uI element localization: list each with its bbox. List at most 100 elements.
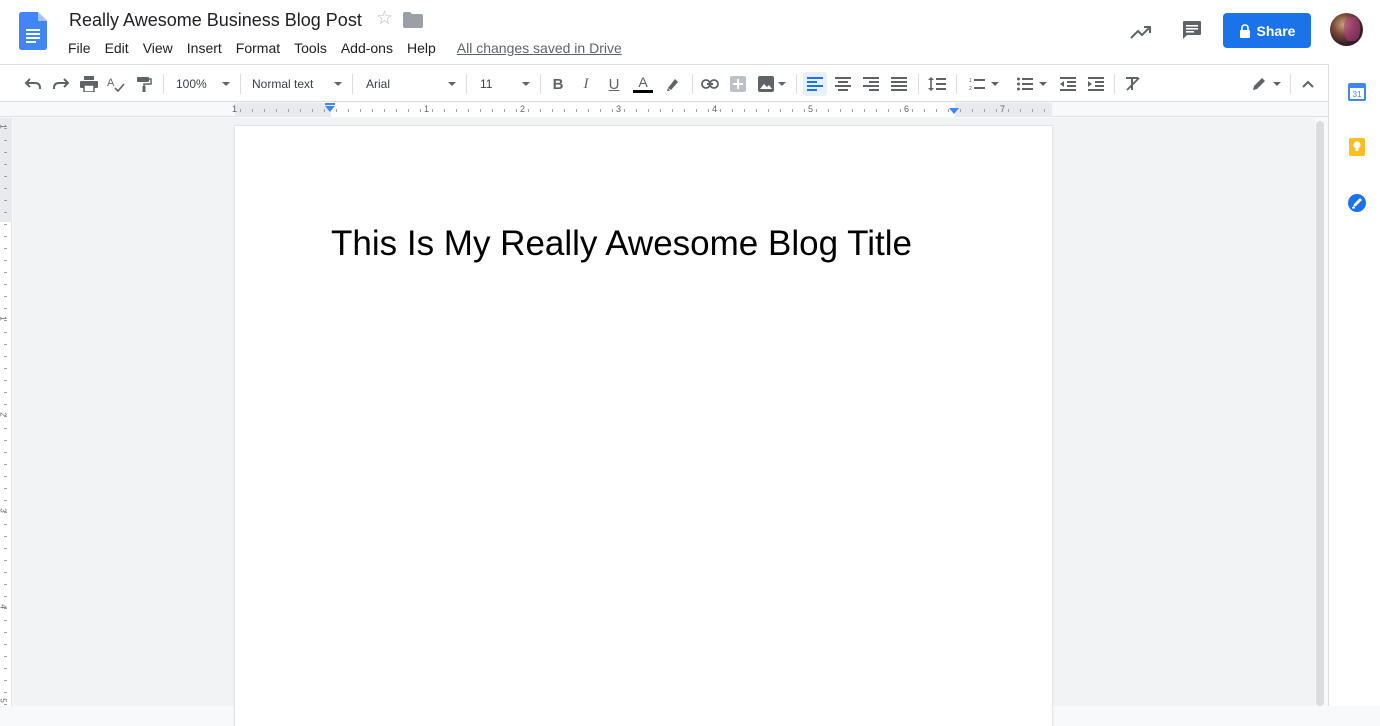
menu-addons[interactable]: Add-ons <box>334 40 400 56</box>
vertical-ruler[interactable]: 1 1 2 3 4 5 <box>0 118 12 706</box>
bold-icon[interactable]: B <box>547 72 569 96</box>
font-select[interactable]: Arial <box>362 72 460 96</box>
ruler-tick <box>1020 109 1021 112</box>
menu-edit[interactable]: Edit <box>98 40 136 56</box>
vruler-tick <box>4 692 7 693</box>
menu-insert[interactable]: Insert <box>180 40 229 56</box>
editing-mode-button[interactable] <box>1248 72 1284 96</box>
underline-icon[interactable]: U <box>603 72 625 96</box>
ruler-tick <box>432 109 433 112</box>
menu-format[interactable]: Format <box>229 40 287 56</box>
menu-help[interactable]: Help <box>400 40 443 56</box>
vruler-tick <box>4 260 7 261</box>
add-comment-icon[interactable] <box>727 72 749 96</box>
ruler-tick <box>864 109 865 112</box>
align-left-icon[interactable] <box>803 72 827 96</box>
menu-tools[interactable]: Tools <box>287 40 334 56</box>
vruler-tick <box>4 188 7 189</box>
paint-format-icon[interactable] <box>133 72 155 96</box>
redo-icon[interactable] <box>50 72 72 96</box>
clear-formatting-icon[interactable] <box>1121 72 1145 96</box>
numbered-list-button[interactable]: 12 <box>964 72 1004 96</box>
menu-view[interactable]: View <box>136 40 180 56</box>
toolbar-divider <box>240 74 241 94</box>
document-page[interactable]: This Is My Really Awesome Blog Title <box>235 126 1052 726</box>
zoom-select[interactable]: 100% <box>172 72 234 96</box>
toolbar-divider <box>1114 74 1115 94</box>
toolbar-divider <box>352 74 353 94</box>
vruler-tick <box>4 704 7 705</box>
decrease-indent-icon[interactable] <box>1056 72 1080 96</box>
vruler-tick <box>4 176 7 177</box>
ruler-tick <box>852 109 853 112</box>
document-canvas: This Is My Really Awesome Blog Title <box>13 118 1315 726</box>
vruler-tick <box>4 344 7 345</box>
tasks-icon[interactable] <box>1347 193 1367 213</box>
font-size-select[interactable]: 11 <box>476 72 534 96</box>
vruler-tick <box>4 332 7 333</box>
keep-notes-icon[interactable] <box>1347 137 1367 157</box>
vertical-scrollbar[interactable] <box>1315 118 1328 706</box>
ruler-tick <box>780 109 781 112</box>
folder-icon[interactable] <box>403 12 423 28</box>
zoom-value: 100% <box>176 77 207 91</box>
horizontal-ruler[interactable]: 1 1 2 3 4 5 6 7 <box>0 103 1328 117</box>
menu-file[interactable]: File <box>61 40 98 56</box>
paragraph-style-select[interactable]: Normal text <box>248 72 346 96</box>
vruler-tick <box>4 608 7 609</box>
document-title[interactable]: Really Awesome Business Blog Post <box>69 10 362 31</box>
print-icon[interactable] <box>78 72 100 96</box>
ruler-tick <box>252 109 253 112</box>
ruler-tick <box>900 109 901 112</box>
line-spacing-icon[interactable] <box>925 72 949 96</box>
blog-title-text[interactable]: This Is My Really Awesome Blog Title <box>331 224 912 264</box>
text-color-icon[interactable]: A <box>631 72 655 96</box>
left-indent-handle[interactable] <box>325 106 335 112</box>
italic-icon[interactable]: I <box>575 72 597 96</box>
vruler-top-margin <box>0 118 12 222</box>
ruler-tick <box>684 109 685 112</box>
ruler-tick <box>240 109 241 112</box>
ruler-label: 6 <box>904 104 910 114</box>
ruler-tick <box>1032 109 1033 112</box>
link-icon[interactable] <box>699 72 721 96</box>
style-value: Normal text <box>252 77 314 91</box>
vruler-tick <box>4 464 7 465</box>
star-icon[interactable]: ☆ <box>376 9 393 28</box>
docs-logo-icon[interactable] <box>19 12 47 50</box>
insert-image-button[interactable] <box>755 72 789 96</box>
avatar[interactable] <box>1330 13 1363 46</box>
font-size-value: 11 <box>480 77 493 91</box>
align-center-icon[interactable] <box>831 72 855 96</box>
ruler-tick <box>264 109 265 112</box>
undo-icon[interactable] <box>22 72 44 96</box>
increase-indent-icon[interactable] <box>1084 72 1108 96</box>
collapse-menus-icon[interactable] <box>1297 72 1319 96</box>
align-justify-icon[interactable] <box>887 72 911 96</box>
right-indent-handle[interactable] <box>949 108 959 114</box>
vruler-tick <box>4 632 7 633</box>
bulleted-list-button[interactable] <box>1012 72 1052 96</box>
chevron-down-icon <box>522 82 530 86</box>
ruler-tick <box>600 109 601 112</box>
ruler-tick <box>288 109 289 112</box>
comment-icon[interactable] <box>1180 18 1204 42</box>
vruler-tick <box>4 500 7 501</box>
bulleted-list-icon <box>1017 77 1033 91</box>
ruler-tick <box>996 109 997 112</box>
activity-trend-icon[interactable] <box>1129 20 1153 44</box>
align-right-icon[interactable] <box>859 72 883 96</box>
share-button[interactable]: Share <box>1223 13 1311 48</box>
first-line-indent-handle[interactable] <box>325 103 335 105</box>
ruler-label: 1 <box>424 104 430 114</box>
vruler-tick <box>4 536 7 537</box>
calendar-icon[interactable]: 31 <box>1347 82 1367 102</box>
chevron-down-icon <box>991 82 999 86</box>
ruler-tick <box>756 109 757 112</box>
ruler-tick <box>468 109 469 112</box>
spellcheck-icon[interactable]: A <box>105 72 127 96</box>
vruler-tick <box>4 392 7 393</box>
save-status-link[interactable]: All changes saved in Drive <box>457 40 622 56</box>
highlight-icon[interactable] <box>662 72 684 96</box>
scrollbar-thumb[interactable] <box>1316 121 1324 706</box>
